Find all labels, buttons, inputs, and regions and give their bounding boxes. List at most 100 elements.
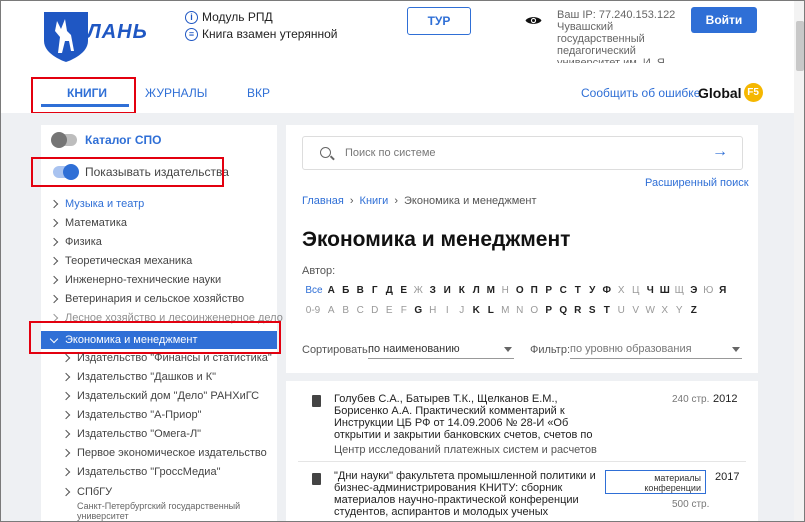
catalog-spo-toggle[interactable]: Каталог СПО xyxy=(51,132,161,148)
sidebar-category[interactable]: Инженерно-технические науки xyxy=(49,274,221,286)
author-letter[interactable]: B xyxy=(339,305,354,316)
author-letter[interactable]: X xyxy=(658,305,673,316)
author-letter[interactable]: Б xyxy=(339,285,354,296)
author-letter[interactable]: Ц xyxy=(629,285,644,296)
dropdown-arrow-icon xyxy=(504,347,512,352)
author-letter[interactable]: F xyxy=(397,305,412,316)
author-letter[interactable]: S xyxy=(585,305,600,316)
author-letter[interactable]: Е xyxy=(397,285,412,296)
sidebar-subitem[interactable]: Издательство "Дашков и К" xyxy=(61,371,216,383)
author-letter[interactable]: Г xyxy=(368,285,383,296)
sidebar-category[interactable]: Теоретическая механика xyxy=(49,255,192,267)
author-letter[interactable]: Д xyxy=(382,285,397,296)
author-letter[interactable]: K xyxy=(469,305,484,316)
global-f5-logo[interactable]: Global F5 xyxy=(698,83,763,102)
sidebar-subitem[interactable]: Издательство "Финансы и статистика" xyxy=(61,352,272,364)
author-letter[interactable]: Y xyxy=(672,305,687,316)
author-letter[interactable]: L xyxy=(484,305,499,316)
author-letter[interactable]: U xyxy=(614,305,629,316)
toggle-switch-off[interactable] xyxy=(51,132,77,148)
sort-dropdown[interactable]: по наименованию xyxy=(368,343,514,359)
tur-button[interactable]: ТУР xyxy=(407,7,471,35)
author-letter[interactable]: Ч xyxy=(643,285,658,296)
author-letter[interactable]: H xyxy=(426,305,441,316)
author-letter[interactable]: И xyxy=(440,285,455,296)
book-title-link[interactable]: "Дни науки" факультета промышленной поли… xyxy=(334,470,602,521)
tab-vkr[interactable]: ВКР xyxy=(247,86,270,100)
author-letter[interactable]: У xyxy=(585,285,600,296)
tab-journals[interactable]: ЖУРНАЛЫ xyxy=(145,86,207,100)
author-letter[interactable]: Ш xyxy=(658,285,673,296)
app-window: ЛАНЬ i Модуль РПД ≡ Книга взамен утерянн… xyxy=(0,0,805,522)
book-publisher[interactable]: Центр исследований платежных систем и ра… xyxy=(334,444,597,456)
search-input[interactable]: Поиск по системе xyxy=(345,147,436,159)
author-letter[interactable]: G xyxy=(411,305,426,316)
author-letter[interactable]: Л xyxy=(469,285,484,296)
sidebar-category[interactable]: Ветеринария и сельское хозяйство xyxy=(49,293,244,305)
search-box[interactable]: Поиск по системе → xyxy=(302,136,743,170)
author-letter[interactable]: T xyxy=(600,305,615,316)
author-letter[interactable]: А xyxy=(324,285,339,296)
arrow-right-icon[interactable]: → xyxy=(712,143,728,161)
author-letter[interactable]: Все xyxy=(304,285,324,296)
author-letter[interactable]: E xyxy=(382,305,397,316)
author-letter[interactable]: N xyxy=(513,305,528,316)
author-letter[interactable]: Ж xyxy=(411,285,426,296)
author-letter[interactable]: Я xyxy=(716,285,731,296)
book-title-link[interactable]: Голубев С.А., Батырев Т.К., Щелканов Е.М… xyxy=(334,393,612,441)
author-letter[interactable]: Р xyxy=(542,285,557,296)
sidebar-subitem[interactable]: СПбГУ xyxy=(61,486,112,498)
author-letter[interactable]: O xyxy=(527,305,542,316)
filter-dropdown[interactable]: по уровню образования xyxy=(570,343,742,359)
lan-logo-icon[interactable] xyxy=(41,9,91,64)
filter-label: Фильтр: xyxy=(530,344,571,356)
author-letter[interactable]: П xyxy=(527,285,542,296)
author-letter[interactable]: О xyxy=(513,285,528,296)
author-letter[interactable]: Н xyxy=(498,285,513,296)
author-letter[interactable]: P xyxy=(542,305,557,316)
author-letter[interactable]: В xyxy=(353,285,368,296)
scrollbar[interactable] xyxy=(794,1,804,521)
chevron-right-icon xyxy=(61,467,71,477)
author-letter[interactable]: M xyxy=(498,305,513,316)
author-letter[interactable]: Т xyxy=(571,285,586,296)
author-letter[interactable]: V xyxy=(629,305,644,316)
author-letter[interactable]: С xyxy=(556,285,571,296)
author-letter[interactable]: 0-9 xyxy=(302,305,324,316)
sidebar-subitem[interactable]: Издательство "А-Приор" xyxy=(61,409,201,421)
author-letter[interactable]: Q xyxy=(556,305,571,316)
author-letter[interactable]: I xyxy=(440,305,455,316)
author-letter[interactable]: М xyxy=(484,285,499,296)
author-letter[interactable]: A xyxy=(324,305,339,316)
author-letter[interactable]: З xyxy=(426,285,441,296)
sidebar-subitem[interactable]: Издательство "ГроссМедиа" xyxy=(61,466,220,478)
breadcrumb-books[interactable]: Книги xyxy=(360,195,389,207)
sidebar-subitem[interactable]: Первое экономическое издательство xyxy=(61,447,267,459)
advanced-search-link[interactable]: Расширенный поиск xyxy=(645,177,749,189)
author-letter[interactable]: Х xyxy=(614,285,629,296)
breadcrumb-home[interactable]: Главная xyxy=(302,195,344,207)
sidebar-category[interactable]: Математика xyxy=(49,217,127,229)
author-letter[interactable]: Z xyxy=(687,305,702,316)
author-letter[interactable]: D xyxy=(368,305,383,316)
author-letter[interactable]: J xyxy=(455,305,470,316)
logo-text[interactable]: ЛАНЬ xyxy=(87,21,148,44)
sidebar-subitem[interactable]: Издательский дом "Дело" РАНХиГС xyxy=(61,390,259,402)
author-letter[interactable]: Щ xyxy=(672,285,687,296)
report-error-link[interactable]: Сообщить об ошибке xyxy=(581,86,700,100)
login-button[interactable]: Войти xyxy=(691,7,757,33)
author-letter[interactable]: Э xyxy=(687,285,702,296)
sidebar-subitem[interactable]: Издательство "Омега-Л" xyxy=(61,428,201,440)
author-letter[interactable]: C xyxy=(353,305,368,316)
sidebar-category[interactable]: Физика xyxy=(49,236,102,248)
author-letter[interactable]: W xyxy=(643,305,658,316)
rpd-module-link[interactable]: i Модуль РПД xyxy=(185,10,273,24)
lost-book-link[interactable]: ≡ Книга взамен утерянной xyxy=(185,27,337,41)
author-letter[interactable]: К xyxy=(455,285,470,296)
author-letter[interactable]: R xyxy=(571,305,586,316)
eye-icon[interactable] xyxy=(525,15,542,26)
author-letter[interactable]: Ю xyxy=(701,285,716,296)
author-letter[interactable]: Ф xyxy=(600,285,615,296)
sidebar-category[interactable]: Музыка и театр xyxy=(49,198,144,210)
scrollbar-thumb[interactable] xyxy=(796,21,804,71)
